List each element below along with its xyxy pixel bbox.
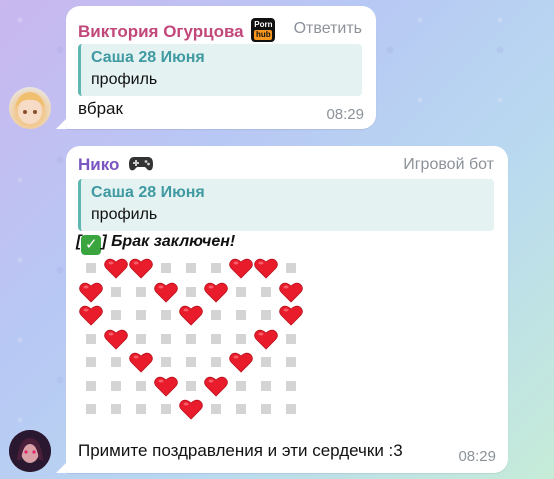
heart-icon [78, 303, 103, 327]
avatar[interactable] [9, 430, 51, 472]
square-icon [103, 397, 128, 421]
heart-icon [228, 350, 253, 374]
square-icon [228, 397, 253, 421]
square-icon [78, 327, 103, 351]
quote-author: Саша 28 Июня [91, 49, 205, 66]
heart-icon [103, 256, 128, 280]
square-icon [153, 397, 178, 421]
square-icon [103, 350, 128, 374]
reply-quote[interactable]: Саша 28 Июня профиль [78, 179, 494, 231]
gamepad-icon [129, 157, 154, 171]
square-icon [278, 350, 303, 374]
square-icon [253, 350, 278, 374]
heart-icon [78, 280, 103, 304]
square-icon [178, 374, 203, 398]
badge-bottom: hub [254, 30, 273, 40]
square-icon [178, 327, 203, 351]
square-icon [153, 327, 178, 351]
square-icon [253, 397, 278, 421]
square-icon [253, 280, 278, 304]
reply-quote[interactable]: Саша 28 Июня профиль [78, 44, 362, 96]
square-icon [178, 280, 203, 304]
square-icon [78, 350, 103, 374]
square-icon [203, 397, 228, 421]
square-icon [103, 374, 128, 398]
quote-text: профиль [91, 71, 158, 88]
sender-name[interactable]: Нико [78, 154, 154, 175]
square-icon [103, 303, 128, 327]
square-icon [228, 327, 253, 351]
message-text: Примите поздравления и эти сердечки :3 [78, 441, 403, 460]
heart-icon [253, 256, 278, 280]
sender-name[interactable]: Виктория Огурцова Porn hub [78, 18, 276, 42]
heart-icon [228, 256, 253, 280]
square-icon [278, 374, 303, 398]
square-icon [128, 280, 153, 304]
square-icon [128, 303, 153, 327]
badge-top: Porn [254, 20, 273, 29]
heart-icon [128, 350, 153, 374]
square-icon [203, 303, 228, 327]
message-time: 08:29 [458, 448, 496, 465]
heart-icon [253, 327, 278, 351]
heart-icon [178, 303, 203, 327]
heart-icon [128, 256, 153, 280]
message-bubble[interactable]: Нико Игровой бот Саша 28 Июня профиль [✓… [66, 146, 508, 473]
square-icon [253, 374, 278, 398]
square-icon [203, 350, 228, 374]
heart-icon [153, 374, 178, 398]
marriage-status: [✓] Брак заключен! [76, 233, 235, 255]
heart-icon [203, 280, 228, 304]
pornhub-badge-icon: Porn hub [251, 18, 276, 42]
quote-author: Саша 28 Июня [91, 184, 205, 201]
square-icon [253, 303, 278, 327]
sender-name-text: Нико [78, 155, 120, 174]
square-icon [228, 303, 253, 327]
square-icon [203, 327, 228, 351]
square-icon [228, 280, 253, 304]
quote-text: профиль [91, 206, 158, 223]
sender-name-text: Виктория Огурцова [78, 22, 244, 41]
message-time: 08:29 [326, 106, 364, 123]
square-icon [278, 397, 303, 421]
avatar[interactable] [9, 87, 51, 129]
anime-girl-avatar-icon [15, 92, 45, 124]
square-icon [153, 350, 178, 374]
heart-icon [103, 327, 128, 351]
heart-icon [278, 303, 303, 327]
square-icon [203, 256, 228, 280]
dark-haired-girl-avatar-icon [9, 430, 51, 472]
message-bubble[interactable]: Виктория Огурцова Porn hub Ответить Саша… [66, 6, 376, 129]
square-icon [103, 280, 128, 304]
heart-icon [178, 397, 203, 421]
square-icon [153, 303, 178, 327]
heart-icon [278, 280, 303, 304]
square-icon [78, 397, 103, 421]
bot-tag: Игровой бот [403, 156, 494, 173]
square-icon [278, 327, 303, 351]
heart-icon [203, 374, 228, 398]
reply-button[interactable]: Ответить [294, 20, 362, 38]
square-icon [128, 327, 153, 351]
square-icon [78, 256, 103, 280]
status-text: ] Брак заключен! [101, 233, 236, 250]
square-icon [178, 256, 203, 280]
heart-icon [153, 280, 178, 304]
square-icon [128, 397, 153, 421]
square-icon [128, 374, 153, 398]
square-icon [278, 256, 303, 280]
square-icon [178, 350, 203, 374]
square-icon [78, 374, 103, 398]
square-icon [228, 374, 253, 398]
message-text: вбрак [78, 99, 123, 118]
square-icon [153, 256, 178, 280]
check-mark-icon: ✓ [81, 235, 102, 255]
